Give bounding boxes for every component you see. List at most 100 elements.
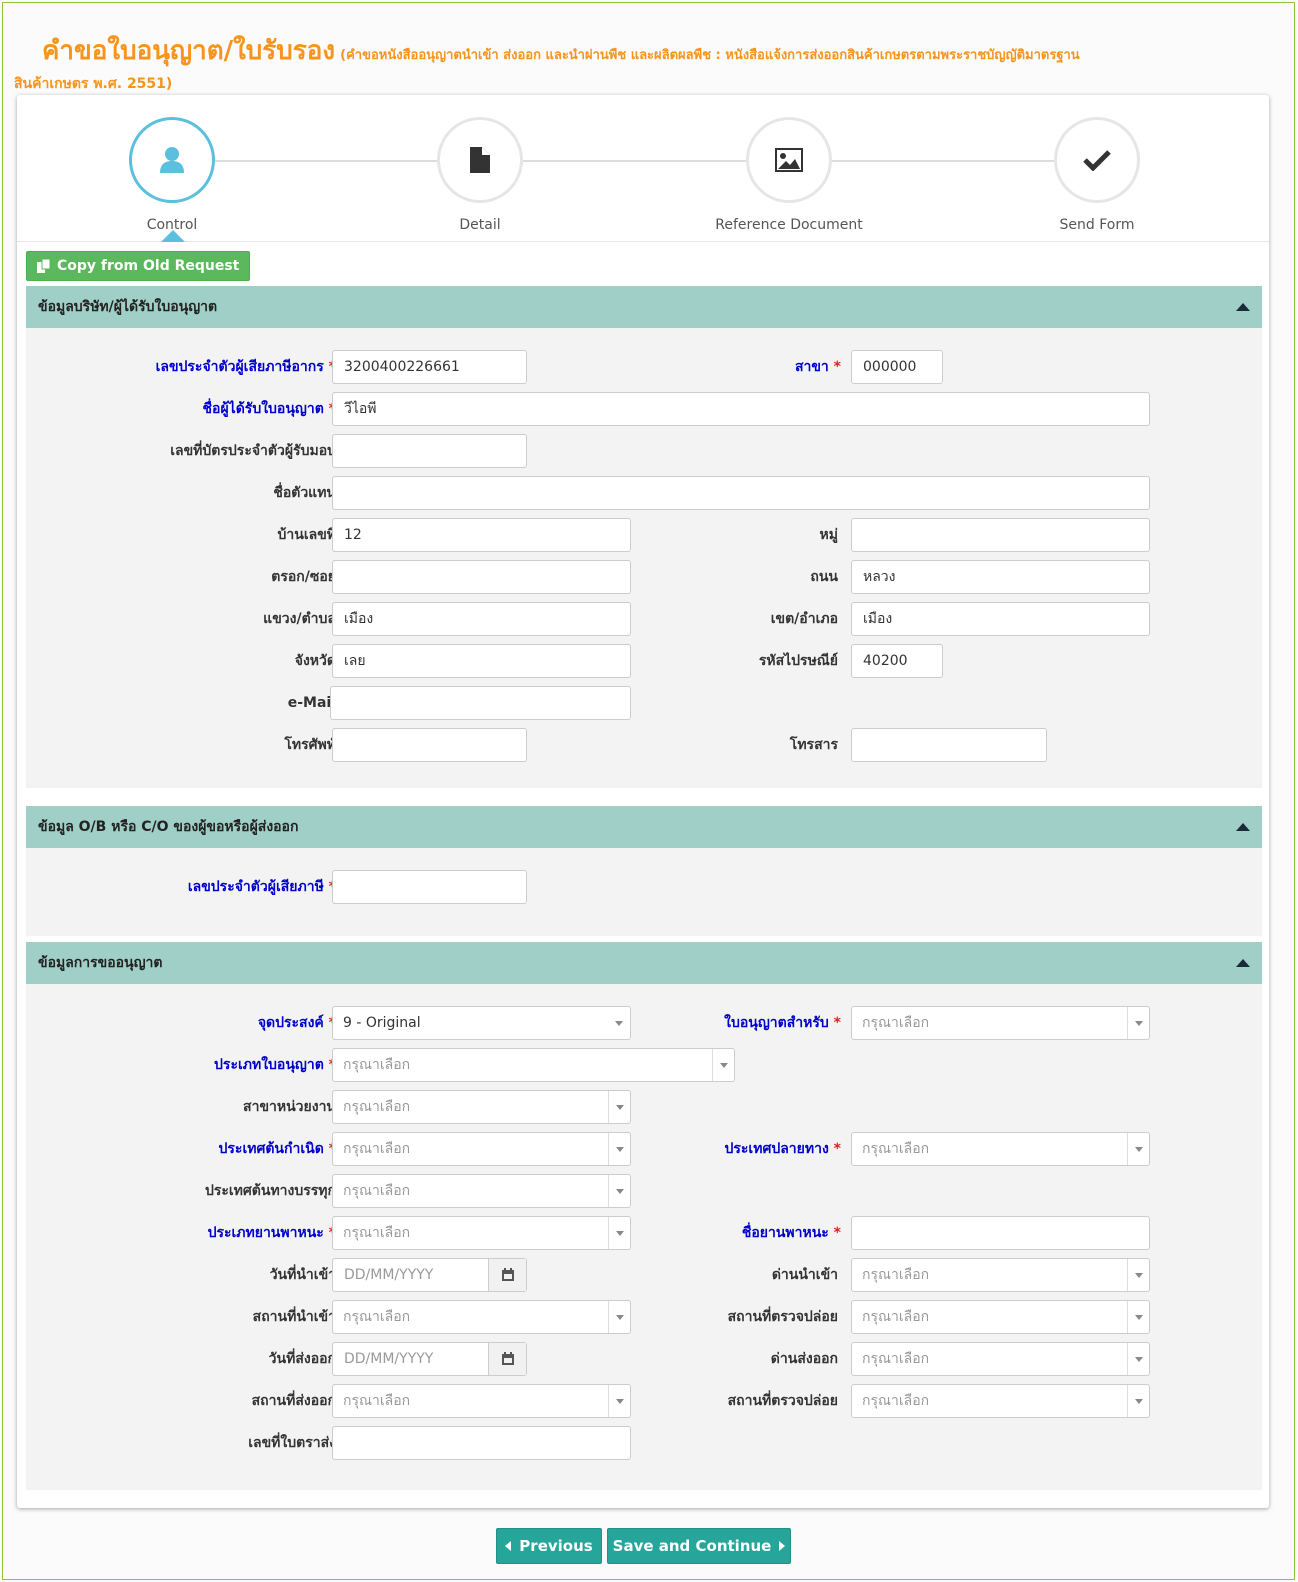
licensee-label: ชื่อผู้ได้รับใบอนุญาต *	[202, 401, 336, 417]
export-port-select[interactable]: กรุณาเลือก	[851, 1342, 1150, 1376]
district-label: เขต/อำเภอ	[770, 611, 838, 627]
import-date-input[interactable]: DD/MM/YYYY	[332, 1258, 527, 1292]
inspect-place2-label: สถานที่ตรวจปล่อย	[727, 1393, 838, 1409]
copy-from-old-request-button[interactable]: Copy from Old Request	[26, 251, 251, 281]
loading-country-select[interactable]: กรุณาเลือก	[332, 1174, 631, 1208]
chevron-down-icon	[1127, 1007, 1149, 1039]
export-place-label: สถานที่ส่งออก	[251, 1393, 336, 1409]
vehicle-type-select[interactable]: กรุณาเลือก	[332, 1216, 631, 1250]
copy-icon	[37, 259, 51, 273]
wizard-step-label: Send Form	[1059, 217, 1135, 233]
road-input[interactable]: หลวง	[851, 560, 1150, 594]
page-title-main: คำขอใบอนุญาต/ใบรับรอง	[42, 36, 336, 66]
chevron-down-icon	[1127, 1343, 1149, 1375]
collapse-icon[interactable]	[1236, 823, 1250, 831]
calendar-icon[interactable]	[488, 1259, 526, 1291]
chevron-down-icon	[608, 1175, 630, 1207]
tax-id-input[interactable]: 3200400226661	[332, 350, 527, 384]
section-title: ข้อมูลบริษัท/ผู้ได้รับใบอนุญาต	[38, 299, 218, 315]
email-input[interactable]	[330, 686, 631, 720]
phone-input[interactable]	[332, 728, 527, 762]
moo-input[interactable]	[851, 518, 1150, 552]
ob-tax-input[interactable]	[332, 870, 527, 904]
id-card-input[interactable]	[332, 434, 527, 468]
inspect-place-select[interactable]: กรุณาเลือก	[851, 1300, 1150, 1334]
wizard-step-reference[interactable]: Reference Document	[709, 117, 869, 233]
inspect-place2-select[interactable]: กรุณาเลือก	[851, 1384, 1150, 1418]
collapse-icon[interactable]	[1236, 303, 1250, 311]
licensee-input[interactable]: วีไอพี	[332, 392, 1150, 426]
origin-country-label: ประเทศต้นกำเนิด *	[218, 1141, 336, 1157]
origin-country-select[interactable]: กรุณาเลือก	[332, 1132, 631, 1166]
branch-input[interactable]: 000000	[851, 350, 943, 384]
form-card: Control Detail Reference Document Send F…	[17, 95, 1269, 1508]
export-date-input[interactable]: DD/MM/YYYY	[332, 1342, 527, 1376]
previous-button[interactable]: Previous	[496, 1528, 602, 1564]
save-continue-label: Save and Continue	[612, 1537, 772, 1555]
vehicle-name-input[interactable]	[851, 1216, 1150, 1250]
agent-label: ชื่อตัวแทน	[273, 485, 336, 501]
house-no-label: บ้านเลขที่	[277, 527, 336, 543]
waybill-input[interactable]	[332, 1426, 631, 1460]
subdistrict-input[interactable]: เมือง	[332, 602, 631, 636]
chevron-down-icon	[1127, 1259, 1149, 1291]
user-icon	[160, 147, 184, 173]
wizard-step-label: Reference Document	[715, 217, 863, 233]
license-for-select[interactable]: กรุณาเลือก	[851, 1006, 1150, 1040]
chevron-right-icon	[779, 1541, 786, 1551]
soi-input[interactable]	[332, 560, 631, 594]
license-for-label: ใบอนุญาตสำหรับ *	[724, 1015, 841, 1031]
fax-label: โทรสาร	[789, 737, 838, 753]
province-input[interactable]: เลย	[332, 644, 631, 678]
fax-input[interactable]	[851, 728, 1047, 762]
wizard-step-control[interactable]: Control	[92, 117, 252, 233]
license-type-select[interactable]: กรุณาเลือก	[332, 1048, 735, 1082]
chevron-left-icon	[505, 1541, 512, 1551]
wizard-circle	[437, 117, 523, 203]
import-port-label: ด่านนำเข้า	[771, 1267, 838, 1283]
section-header[interactable]: ข้อมูล O/B หรือ C/O ของผู้ขอหรือผู้ส่งออ…	[26, 806, 1262, 848]
image-icon	[775, 148, 803, 172]
calendar-icon[interactable]	[488, 1343, 526, 1375]
license-type-label: ประเภทใบอนุญาต *	[214, 1057, 336, 1073]
wizard-steps: Control Detail Reference Document Send F…	[17, 95, 1269, 242]
import-place-select[interactable]: กรุณาเลือก	[332, 1300, 631, 1334]
wizard-step-send[interactable]: Send Form	[1017, 117, 1177, 233]
chevron-down-icon	[1127, 1133, 1149, 1165]
chevron-down-icon	[1127, 1301, 1149, 1333]
export-place-select[interactable]: กรุณาเลือก	[332, 1384, 631, 1418]
road-label: ถนน	[810, 569, 838, 585]
house-no-input[interactable]: 12	[332, 518, 631, 552]
collapse-icon[interactable]	[1236, 959, 1250, 967]
id-card-label: เลขที่บัตรประจำตัวผู้รับมอบ	[170, 443, 336, 459]
postcode-label: รหัสไปรษณีย์	[758, 653, 838, 669]
page-subtitle: (คำขอหนังสืออนุญาตนำเข้า ส่งออก และนำผ่า…	[340, 48, 1080, 63]
branch-unit-label: สาขาหน่วยงาน	[243, 1099, 336, 1115]
purpose-select[interactable]: 9 - Original	[332, 1006, 631, 1040]
purpose-label: จุดประสงค์ *	[257, 1015, 336, 1031]
branch-unit-select[interactable]: กรุณาเลือก	[332, 1090, 631, 1124]
chevron-down-icon	[608, 1091, 630, 1123]
chevron-down-icon	[1127, 1385, 1149, 1417]
loading-country-label: ประเทศต้นทางบรรทุก	[204, 1183, 336, 1199]
phone-label: โทรศัพท์	[284, 737, 336, 753]
ob-tax-label: เลขประจำตัวผู้เสียภาษี *	[187, 879, 336, 895]
branch-label: สาขา *	[794, 359, 841, 375]
page-title: คำขอใบอนุญาต/ใบรับรอง (คำขอหนังสืออนุญาต…	[14, 30, 1284, 95]
chevron-down-icon	[712, 1049, 734, 1081]
section-title: ข้อมูลการขออนุญาต	[38, 955, 163, 971]
wizard-step-detail[interactable]: Detail	[400, 117, 560, 233]
postcode-input[interactable]: 40200	[851, 644, 943, 678]
import-port-select[interactable]: กรุณาเลือก	[851, 1258, 1150, 1292]
wizard-circle	[1054, 117, 1140, 203]
section-header[interactable]: ข้อมูลการขออนุญาต	[26, 942, 1262, 984]
tax-id-label: เลขประจำตัวผู้เสียภาษีอากร *	[155, 359, 336, 375]
page-subtitle-cont: สินค้าเกษตร พ.ศ. 2551)	[14, 76, 173, 92]
section-header[interactable]: ข้อมูลบริษัท/ผู้ได้รับใบอนุญาต	[26, 286, 1262, 328]
vehicle-type-label: ประเภทยานพาหนะ *	[207, 1225, 336, 1241]
district-input[interactable]: เมือง	[851, 602, 1150, 636]
save-continue-button[interactable]: Save and Continue	[607, 1528, 791, 1564]
dest-country-select[interactable]: กรุณาเลือก	[851, 1132, 1150, 1166]
agent-input[interactable]	[332, 476, 1150, 510]
section-title: ข้อมูล O/B หรือ C/O ของผู้ขอหรือผู้ส่งออ…	[38, 819, 299, 835]
